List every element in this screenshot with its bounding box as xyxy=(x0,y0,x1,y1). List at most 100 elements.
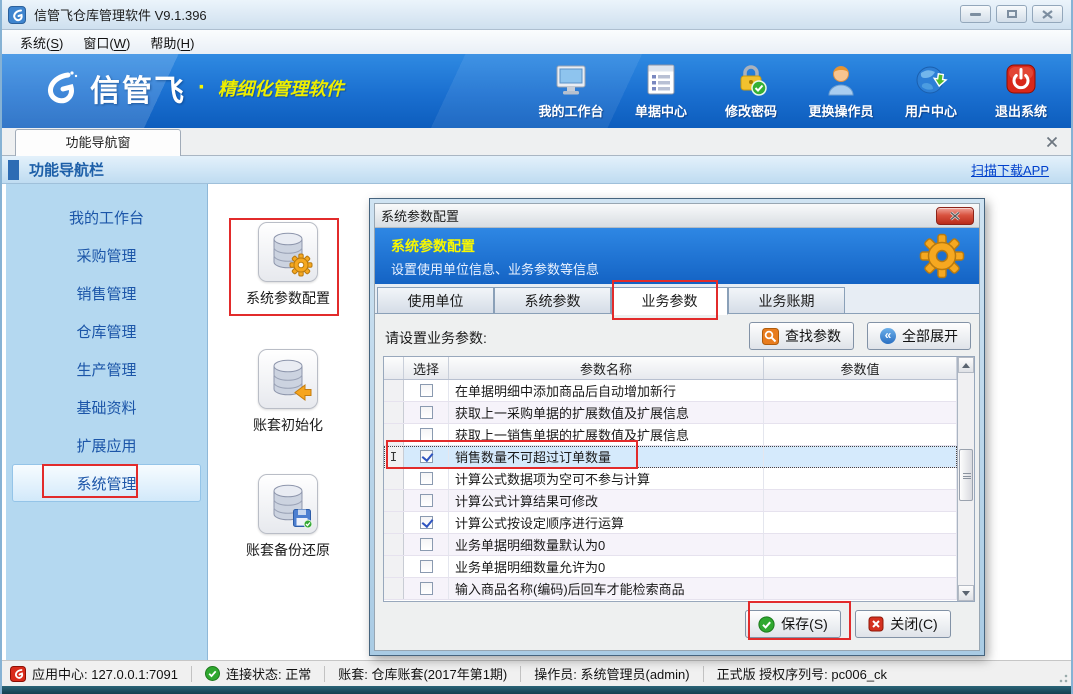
sidebar-item-sales[interactable]: 销售管理 xyxy=(12,274,201,312)
tab-function-navigator[interactable]: 功能导航窗 xyxy=(15,129,181,156)
param-value[interactable] xyxy=(764,468,957,489)
sidebar-item-extensions[interactable]: 扩展应用 xyxy=(12,426,201,464)
toolbar-document-center[interactable]: 单据中心 xyxy=(623,62,699,120)
status-separator xyxy=(191,666,192,682)
table-row[interactable]: 业务单据明细数量默认为0 xyxy=(384,534,957,556)
module-backup-restore[interactable]: 账套备份还原 xyxy=(208,474,368,560)
row-checkbox[interactable] xyxy=(420,516,433,529)
tab-business-params[interactable]: 业务参数 xyxy=(611,287,728,315)
row-gutter xyxy=(384,556,404,577)
nav-sidebar: 我的工作台 采购管理 销售管理 仓库管理 生产管理 基础资料 扩展应用 系统管理 xyxy=(6,184,208,662)
row-checkbox[interactable] xyxy=(420,472,433,485)
scroll-down-arrow[interactable] xyxy=(958,585,974,601)
tab-business-period[interactable]: 业务账期 xyxy=(728,287,845,314)
status-separator xyxy=(703,666,704,682)
arrow-overlay-icon xyxy=(291,382,313,404)
close-button[interactable] xyxy=(1032,5,1063,23)
find-params-button[interactable]: 查找参数 xyxy=(749,322,854,350)
toolbar-exit-system[interactable]: 退出系统 xyxy=(983,62,1059,120)
table-row[interactable]: 计算公式按设定顺序进行运算 xyxy=(384,512,957,534)
param-name: 计算公式计算结果可修改 xyxy=(449,490,764,511)
app-icon xyxy=(8,6,26,24)
scan-download-app-link[interactable]: 扫描下载APP xyxy=(971,160,1049,179)
save-button[interactable]: 保存(S) xyxy=(745,610,841,638)
param-name: 业务单据明细数量允许为0 xyxy=(449,556,764,577)
module-account-init[interactable]: 账套初始化 xyxy=(208,349,368,435)
table-row[interactable]: 计算公式计算结果可修改 xyxy=(384,490,957,512)
tab-system-params[interactable]: 系统参数 xyxy=(494,287,611,314)
dialog-close-button[interactable] xyxy=(936,207,974,225)
row-checkbox[interactable] xyxy=(420,538,433,551)
table-row[interactable]: 在单据明细中添加商品后自动增加新行 xyxy=(384,380,957,402)
search-icon xyxy=(762,328,779,345)
brand-logo: 信管飞 · 精细化管理软件 xyxy=(36,66,344,110)
status-license: 正式版 授权序列号: pc006_ck xyxy=(717,664,888,683)
row-gutter xyxy=(384,380,404,401)
module-system-params[interactable]: 系统参数配置 xyxy=(208,222,368,308)
param-value[interactable] xyxy=(764,556,957,577)
table-row[interactable]: 计算公式数据项为空可不参与计算 xyxy=(384,468,957,490)
header-gutter xyxy=(384,357,404,379)
row-checkbox[interactable] xyxy=(420,494,433,507)
table-row[interactable]: 获取上一采购单据的扩展数值及扩展信息 xyxy=(384,402,957,424)
params-table: 选择 参数名称 参数值 在单据明细中添加商品后自动增加新行 xyxy=(383,356,975,602)
sidebar-item-system-management[interactable]: 系统管理 xyxy=(12,464,201,502)
row-checkbox[interactable] xyxy=(420,582,433,595)
table-row[interactable]: 输入商品名称(编码)后回车才能检索商品 xyxy=(384,578,957,600)
sidebar-item-purchase[interactable]: 采购管理 xyxy=(12,236,201,274)
toolbar-user-center[interactable]: 用户中心 xyxy=(893,62,969,120)
param-value[interactable] xyxy=(764,512,957,533)
table-row[interactable]: 获取上一销售单据的扩展数值及扩展信息 xyxy=(384,424,957,446)
maximize-button[interactable] xyxy=(996,5,1027,23)
vertical-scrollbar[interactable] xyxy=(957,357,974,601)
table-body: 在单据明细中添加商品后自动增加新行 获取上一采购单据的扩展数值及扩展信息 xyxy=(384,380,957,601)
app-logo-red-icon xyxy=(10,666,26,682)
param-value[interactable] xyxy=(764,578,957,599)
row-checkbox[interactable] xyxy=(420,428,433,441)
gear-icon xyxy=(919,233,965,279)
close-icon xyxy=(1042,10,1053,19)
close-dialog-button[interactable]: 关闭(C) xyxy=(855,610,951,638)
scroll-up-arrow[interactable] xyxy=(958,357,974,373)
table-row[interactable]: 业务单据明细数量允许为0 xyxy=(384,556,957,578)
sidebar-item-basic-data[interactable]: 基础资料 xyxy=(12,388,201,426)
tab-close-icon[interactable] xyxy=(1045,135,1059,149)
brand-name: 信管飞 xyxy=(90,66,186,110)
dialog-title-bar: 系统参数配置 xyxy=(375,204,979,228)
param-value[interactable] xyxy=(764,534,957,555)
param-value[interactable] xyxy=(764,380,957,401)
toolbar-my-workspace[interactable]: 我的工作台 xyxy=(533,62,609,120)
menu-help[interactable]: 帮助(H) xyxy=(140,31,204,54)
table-row[interactable]: I 销售数量不可超过订单数量 xyxy=(384,446,957,468)
param-value[interactable] xyxy=(764,446,957,467)
row-checkbox[interactable] xyxy=(420,560,433,573)
minimize-icon xyxy=(970,13,981,16)
toolbar-switch-operator[interactable]: 更换操作员 xyxy=(803,62,879,120)
param-value[interactable] xyxy=(764,490,957,511)
brand-swoosh-icon xyxy=(36,67,80,109)
param-name: 获取上一采购单据的扩展数值及扩展信息 xyxy=(449,402,764,423)
menu-bar: 系统(S) 窗口(W) 帮助(H) xyxy=(2,30,1071,54)
param-name: 计算公式数据项为空可不参与计算 xyxy=(449,468,764,489)
param-value[interactable] xyxy=(764,424,957,445)
menu-window[interactable]: 窗口(W) xyxy=(73,31,140,54)
expand-all-button[interactable]: « 全部展开 xyxy=(867,322,971,350)
module-column: 系统参数配置 账套初始化 xyxy=(208,184,368,662)
minimize-button[interactable] xyxy=(960,5,991,23)
row-checkbox[interactable] xyxy=(420,384,433,397)
sidebar-item-warehouse[interactable]: 仓库管理 xyxy=(12,312,201,350)
status-app-center: 应用中心: 127.0.0.1:7091 xyxy=(10,664,178,683)
row-checkbox[interactable] xyxy=(420,406,433,419)
sidebar-item-my-workspace[interactable]: 我的工作台 xyxy=(12,198,201,236)
menu-system[interactable]: 系统(S) xyxy=(10,31,73,54)
brand-separator: · xyxy=(198,74,206,102)
resize-grip[interactable] xyxy=(1056,671,1068,683)
row-checkbox[interactable] xyxy=(420,450,433,463)
app-window: 信管飞仓库管理软件 V9.1.396 系统(S) 窗口(W) 帮助(H) 信管飞… xyxy=(0,0,1073,694)
tab-company-info[interactable]: 使用单位 xyxy=(377,287,494,314)
nav-accent-block xyxy=(8,160,19,180)
param-value[interactable] xyxy=(764,402,957,423)
sidebar-item-production[interactable]: 生产管理 xyxy=(12,350,201,388)
scroll-thumb[interactable] xyxy=(959,449,973,501)
toolbar-change-password[interactable]: 修改密码 xyxy=(713,62,789,120)
